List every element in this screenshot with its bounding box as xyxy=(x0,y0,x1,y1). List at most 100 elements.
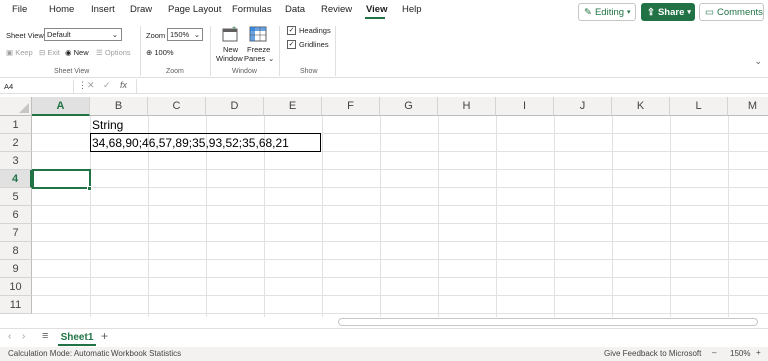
column-header-f[interactable]: F xyxy=(322,97,380,116)
menu-formulas[interactable]: Formulas xyxy=(232,4,272,15)
sheet-view-value: Default xyxy=(47,30,71,39)
exit-label: Exit xyxy=(47,48,60,57)
column-header-h[interactable]: H xyxy=(438,97,496,116)
row-header-6[interactable]: 6 xyxy=(0,206,32,224)
row-header-7[interactable]: 7 xyxy=(0,224,32,242)
column-header-m[interactable]: M xyxy=(728,97,768,116)
new-window-icon: + xyxy=(222,26,238,42)
cell-b2[interactable]: 34,68,90;46,57,89;35,93,52;35,68,21 xyxy=(92,136,289,150)
freeze-panes-button[interactable]: Freeze Panes ⌄ xyxy=(244,25,274,67)
row-header-1[interactable]: 1 xyxy=(0,116,32,134)
menu-page-layout[interactable]: Page Layout xyxy=(168,4,221,15)
column-header-i[interactable]: I xyxy=(496,97,554,116)
all-sheets-icon[interactable]: ≡ xyxy=(42,330,48,342)
corner-triangle-icon xyxy=(19,103,29,113)
row-header-8[interactable]: 8 xyxy=(0,242,32,260)
zoom-select[interactable]: 150% ⌄ xyxy=(167,28,203,41)
chevron-down-icon: ⌄ xyxy=(111,30,118,39)
menu-file[interactable]: File xyxy=(12,4,27,15)
magnifier-icon: ⊕ xyxy=(146,48,153,57)
cancel-icon[interactable]: ✕ xyxy=(87,80,95,91)
column-header-l[interactable]: L xyxy=(670,97,728,116)
menu-review[interactable]: Review xyxy=(321,4,352,15)
scroll-left-icon[interactable]: ‹ xyxy=(8,331,11,342)
fill-handle[interactable] xyxy=(87,186,92,191)
more-icon[interactable]: ⋮ xyxy=(78,80,87,91)
keep-icon: ▣ xyxy=(6,48,14,57)
gridline xyxy=(496,116,497,317)
row-header-10[interactable]: 10 xyxy=(0,278,32,296)
menu-view[interactable]: View xyxy=(366,4,387,15)
horizontal-scrollbar[interactable] xyxy=(338,318,758,326)
select-all-corner[interactable] xyxy=(0,97,32,116)
row-header-4[interactable]: 4 xyxy=(0,170,32,188)
insert-function-icon[interactable]: fx xyxy=(120,80,127,90)
zoom-out-button[interactable]: – xyxy=(712,348,716,357)
headings-checkbox[interactable]: ✓ xyxy=(287,26,296,35)
gridline xyxy=(32,313,768,314)
column-header-b[interactable]: B xyxy=(90,97,148,116)
row-header-3[interactable]: 3 xyxy=(0,152,32,170)
gridline xyxy=(32,223,768,224)
column-header-g[interactable]: G xyxy=(380,97,438,116)
workbook-statistics[interactable]: Workbook Statistics xyxy=(111,349,181,358)
new-sheet-view-button[interactable]: ◉ New xyxy=(65,48,89,57)
freeze-panes-icon xyxy=(249,26,267,42)
name-box[interactable]: A4 xyxy=(2,80,74,93)
group-label-show: Show xyxy=(300,68,318,75)
editing-mode-button[interactable]: ✎ Editing ▾ xyxy=(578,3,636,21)
active-cell-a4[interactable] xyxy=(32,169,91,189)
column-header-j[interactable]: J xyxy=(554,97,612,116)
column-header-k[interactable]: K xyxy=(612,97,670,116)
add-sheet-icon[interactable]: + xyxy=(101,329,108,343)
gridline xyxy=(612,116,613,317)
zoom-100-button[interactable]: ⊕ 100% xyxy=(146,48,174,57)
new-label: New xyxy=(73,48,89,57)
zoom-100-label: 100% xyxy=(154,48,174,57)
formula-bar: A4 ⋮ ✕ ✓ fx xyxy=(0,79,768,94)
row-header-11[interactable]: 11 xyxy=(0,296,32,314)
give-feedback[interactable]: Give Feedback to Microsoft xyxy=(604,349,701,358)
freeze-panes-label-2: Panes xyxy=(244,54,266,63)
sheet-view-select[interactable]: Default ⌄ xyxy=(44,28,122,41)
calculation-mode[interactable]: Calculation Mode: Automatic xyxy=(8,349,109,358)
share-icon: ⇪ xyxy=(647,6,655,18)
row-header-2[interactable]: 2 xyxy=(0,134,32,152)
status-zoom-level[interactable]: 150% xyxy=(730,349,750,358)
exit-button: ⊟ Exit xyxy=(39,48,60,57)
editing-label: Editing xyxy=(594,6,625,18)
sheet-tab-sheet1[interactable]: Sheet1 xyxy=(58,330,96,346)
gridline xyxy=(32,295,768,296)
enter-icon[interactable]: ✓ xyxy=(103,80,111,91)
row-header-5[interactable]: 5 xyxy=(0,188,32,206)
column-header-c[interactable]: C xyxy=(148,97,206,116)
column-header-a[interactable]: A xyxy=(32,97,90,116)
formula-input[interactable] xyxy=(136,79,768,94)
ribbon-separator xyxy=(335,26,336,76)
cell-b1[interactable]: String xyxy=(92,118,123,132)
column-header-d[interactable]: D xyxy=(206,97,264,116)
scroll-right-icon[interactable]: › xyxy=(22,331,25,342)
chevron-down-icon[interactable]: ⌄ xyxy=(754,56,762,67)
share-button[interactable]: ⇪ Share ▾ xyxy=(641,3,695,21)
new-window-button[interactable]: + New Window xyxy=(216,25,244,67)
zoom-in-button[interactable]: + xyxy=(756,348,761,357)
menu-data[interactable]: Data xyxy=(285,4,305,15)
menu-draw[interactable]: Draw xyxy=(130,4,152,15)
menu-help[interactable]: Help xyxy=(402,4,422,15)
menu-insert[interactable]: Insert xyxy=(91,4,115,15)
column-header-e[interactable]: E xyxy=(264,97,322,116)
menu-home[interactable]: Home xyxy=(49,4,74,15)
gridlines-checkbox[interactable]: ✓ xyxy=(287,40,296,49)
sheet-view-label: Sheet View xyxy=(6,31,44,40)
svg-text:+: + xyxy=(232,26,236,32)
group-label-zoom: Zoom xyxy=(166,68,184,75)
row-header-9[interactable]: 9 xyxy=(0,260,32,278)
gridline xyxy=(380,116,381,317)
gridline xyxy=(32,169,768,170)
active-tab-indicator xyxy=(365,17,385,19)
gridline xyxy=(32,259,768,260)
spreadsheet-grid[interactable]: A B C D E F G H I J K L M 1 2 3 4 5 6 7 … xyxy=(0,97,768,317)
comments-button[interactable]: ▭ Comments xyxy=(699,3,764,21)
pencil-icon: ✎ xyxy=(584,6,592,18)
